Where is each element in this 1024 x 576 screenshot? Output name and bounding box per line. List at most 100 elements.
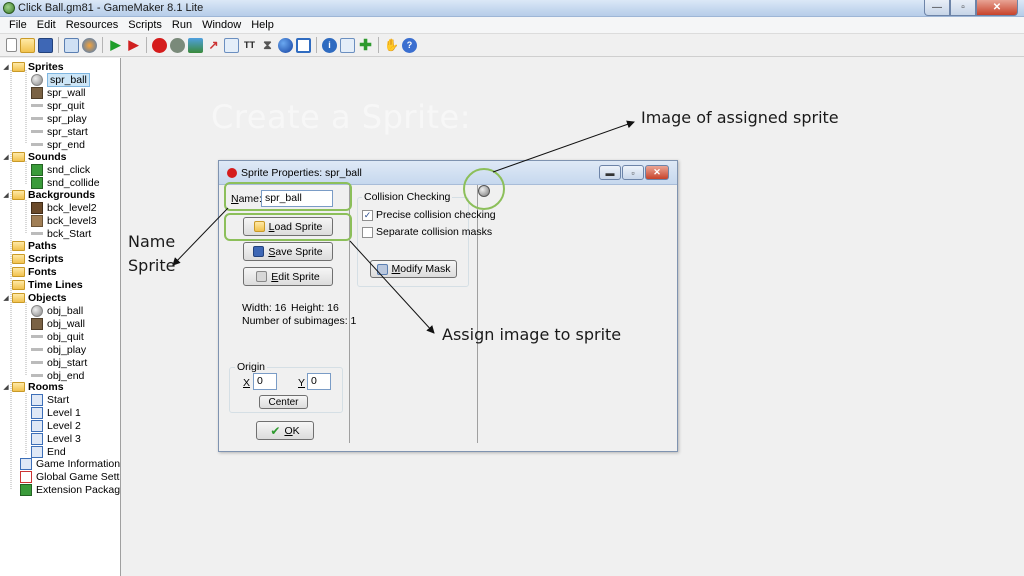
tree-item-obj-play[interactable]: obj_play [31, 343, 86, 356]
tree-item-spr-start[interactable]: spr_start [31, 125, 88, 138]
publish-icon[interactable] [82, 37, 97, 53]
tree-folder-rooms[interactable]: ◢ Rooms [2, 380, 63, 393]
create-executable-icon[interactable] [64, 37, 79, 53]
open-icon[interactable] [20, 37, 35, 53]
ok-button[interactable]: ✔ OK [256, 421, 314, 440]
separate-masks-checkbox[interactable] [362, 227, 373, 238]
run-icon[interactable]: ▶ [108, 37, 123, 53]
tree-item-spr-play[interactable]: spr_play [31, 112, 87, 125]
room-icon [31, 393, 43, 406]
room-icon [31, 445, 43, 458]
upgrade-icon[interactable]: ✋ [384, 38, 399, 53]
tree-folder-fonts[interactable]: Fonts [12, 265, 57, 278]
tree-item-global-game-settings[interactable]: Global Game Settings [20, 470, 120, 483]
tree-folder-sounds[interactable]: ◢ Sounds [2, 150, 66, 163]
folder-icon [12, 266, 25, 277]
edit-brush-icon [256, 271, 268, 282]
new-file-icon[interactable] [6, 38, 17, 52]
extension-icon[interactable]: ✚ [358, 37, 373, 54]
collapse-triangle-icon[interactable]: ◢ [2, 294, 10, 302]
game-info-icon[interactable]: i [322, 37, 337, 53]
origin-y-input[interactable]: 0 [307, 373, 331, 390]
room-icon [31, 432, 43, 445]
tree-item-room-level1[interactable]: Level 1 [31, 406, 81, 419]
menu-edit[interactable]: Edit [32, 19, 61, 31]
collapse-triangle-icon[interactable]: ◢ [2, 191, 10, 199]
subimages-text: Number of subimages: 1 [242, 315, 357, 327]
tree-item-obj-ball[interactable]: obj_ball [31, 304, 83, 317]
add-timeline-icon[interactable]: ⧗ [260, 38, 275, 53]
extension-plus-icon [20, 483, 32, 496]
sound-icon [31, 176, 43, 189]
tree-item-bck-level2[interactable]: bck_level2 [31, 201, 97, 214]
tree-item-obj-quit[interactable]: obj_quit [31, 330, 84, 343]
save-sprite-button[interactable]: Save Sprite [243, 242, 333, 261]
precise-collision-checkbox[interactable]: ✓ [362, 210, 373, 221]
center-button[interactable]: Center [259, 395, 308, 409]
window-title-bar: Click Ball.gm81 - GameMaker 8.1 Lite — ▫… [0, 0, 1024, 17]
save-icon [253, 246, 265, 257]
checkmark-icon: ✔ [270, 423, 281, 438]
add-sound-icon[interactable] [170, 37, 185, 53]
add-font-icon[interactable]: TT [242, 38, 257, 53]
add-room-icon[interactable] [296, 37, 311, 53]
tree-item-obj-wall[interactable]: obj_wall [31, 317, 85, 330]
load-sprite-button[interactable]: Load Sprite [243, 217, 333, 236]
minimize-button[interactable]: — [924, 0, 950, 16]
tree-folder-backgrounds[interactable]: ◢ Backgrounds [2, 188, 95, 201]
tree-item-extension-packages[interactable]: Extension Packages [20, 483, 120, 496]
origin-x-input[interactable]: 0 [253, 373, 277, 390]
save-icon[interactable] [38, 37, 53, 53]
tree-item-snd-click[interactable]: snd_click [31, 163, 90, 176]
menu-help[interactable]: Help [246, 19, 279, 31]
tree-folder-scripts[interactable]: Scripts [12, 252, 64, 265]
menu-file[interactable]: File [4, 19, 32, 31]
sprite-name-input[interactable]: spr_ball [261, 190, 333, 207]
edit-sprite-button[interactable]: Edit Sprite [243, 267, 333, 286]
maximize-button[interactable]: ▫ [950, 0, 976, 16]
menu-scripts[interactable]: Scripts [123, 19, 167, 31]
tree-folder-timelines[interactable]: Time Lines [12, 278, 83, 291]
sprite-height-text: Height: 16 [291, 302, 339, 314]
tree-folder-objects[interactable]: ◢ Objects [2, 291, 66, 304]
menu-run[interactable]: Run [167, 19, 197, 31]
add-sprite-icon[interactable] [152, 37, 167, 53]
dialog-window-controls: ▬ ▫ ✕ [599, 165, 669, 180]
dialog-title-bar: Sprite Properties: spr_ball ▬ ▫ ✕ [219, 161, 677, 185]
dialog-close-button[interactable]: ✕ [645, 165, 669, 180]
global-settings-icon[interactable] [340, 37, 355, 53]
menu-window[interactable]: Window [197, 19, 246, 31]
debug-icon[interactable]: ▶ [126, 37, 141, 53]
tree-item-room-start[interactable]: Start [31, 393, 69, 406]
dialog-maximize-button[interactable]: ▫ [622, 165, 644, 180]
add-path-icon[interactable]: ↗ [206, 38, 221, 53]
toolbar-separator [378, 37, 379, 53]
tree-item-spr-quit[interactable]: spr_quit [31, 99, 84, 112]
add-object-icon[interactable] [278, 37, 293, 53]
folder-icon [12, 292, 25, 303]
tree-item-spr-wall[interactable]: spr_wall [31, 86, 86, 99]
modify-mask-button[interactable]: Modify Mask [370, 260, 457, 278]
add-background-icon[interactable] [188, 37, 203, 53]
toolbar-separator [58, 37, 59, 53]
tree-item-room-level3[interactable]: Level 3 [31, 432, 81, 445]
tree-folder-paths[interactable]: Paths [12, 239, 57, 252]
tree-item-game-information[interactable]: Game Information [20, 457, 120, 470]
help-icon[interactable]: ? [402, 37, 417, 53]
dialog-minimize-button[interactable]: ▬ [599, 165, 621, 180]
collapse-triangle-icon[interactable]: ◢ [2, 153, 10, 161]
origin-label: Origin [235, 361, 268, 373]
tree-item-room-level2[interactable]: Level 2 [31, 419, 81, 432]
add-script-icon[interactable] [224, 37, 239, 53]
tree-item-bck-level3[interactable]: bck_level3 [31, 214, 97, 227]
tree-item-obj-start[interactable]: obj_start [31, 356, 87, 369]
annotation-name-line1: Name [128, 232, 176, 251]
close-button[interactable]: ✕ [976, 0, 1018, 16]
tree-folder-sprites[interactable]: ◢ Sprites [2, 60, 63, 73]
collapse-triangle-icon[interactable]: ◢ [2, 63, 10, 71]
tree-item-spr-ball[interactable]: spr_ball [31, 72, 90, 87]
collapse-triangle-icon[interactable]: ◢ [2, 383, 10, 391]
menu-resources[interactable]: Resources [61, 19, 124, 31]
toolbar: ▶ ▶ ↗ TT ⧗ i ✚ ✋ ? [0, 34, 1024, 57]
mask-icon [376, 263, 388, 275]
